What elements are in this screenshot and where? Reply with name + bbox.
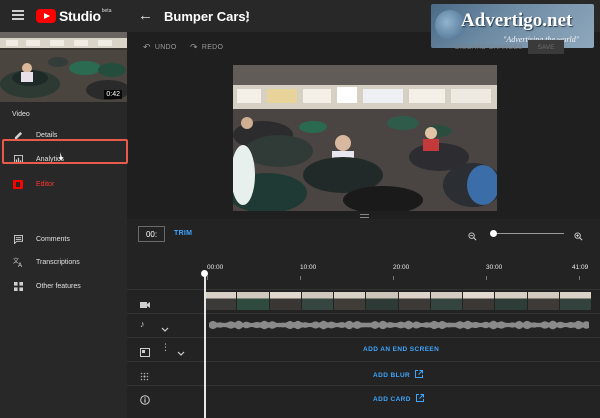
tick-label: 30:00	[486, 264, 503, 271]
sidebar-item-editor[interactable]: Editor	[0, 172, 127, 196]
add-card-label: ADD CARD	[373, 395, 411, 403]
grid-icon	[0, 281, 30, 291]
card-track-row	[127, 385, 600, 409]
sidebar: 0:42 Video Details Analytics Editor Comm…	[0, 32, 127, 418]
add-card-button[interactable]: ADD CARD	[373, 394, 424, 404]
tick-label: 10:00	[300, 264, 317, 271]
add-blur-button[interactable]: ADD BLUR	[373, 370, 424, 380]
video-camera-icon	[140, 296, 150, 314]
discard-changes-button[interactable]: DISCARD CHANGES	[455, 44, 523, 51]
tick-mark	[207, 276, 208, 280]
editor-toolbar: ↶ UNDO ↷ REDO DISCARD CHANGES SAVE	[127, 32, 600, 62]
filmstrip-frame	[559, 292, 591, 310]
menu-icon[interactable]	[12, 10, 24, 20]
save-button[interactable]: SAVE	[528, 40, 564, 54]
translate-icon: 文A	[0, 257, 30, 267]
filmstrip-frame	[334, 292, 366, 310]
external-link-icon	[415, 370, 424, 380]
sidebar-item-transcriptions[interactable]: 文A Transcriptions	[0, 250, 127, 274]
svg-text:A: A	[18, 262, 23, 267]
sidebar-item-comments[interactable]: Comments	[0, 227, 127, 251]
time-ruler[interactable]: 00:00 10:00 20:00 30:00 41:09	[205, 264, 600, 289]
filmstrip-frame	[527, 292, 559, 310]
timeline-panel: 00: TRIM · · · · · 00:00 10:00 20:00 30:…	[127, 219, 600, 418]
current-time-field[interactable]: 00:	[138, 226, 165, 242]
more-options-icon[interactable]: ⋮	[240, 8, 254, 24]
external-link-icon	[415, 394, 424, 404]
sidebar-item-label: Comments	[36, 235, 70, 243]
film-icon	[0, 179, 30, 189]
zoom-out-icon[interactable]	[468, 228, 477, 246]
chevron-down-icon[interactable]	[161, 320, 169, 338]
studio-logo[interactable]: Studio beta	[36, 7, 111, 25]
mouse-pointer-icon	[57, 148, 66, 166]
end-screen-icon	[140, 344, 150, 362]
video-filmstrip[interactable]	[205, 292, 591, 310]
video-duration: 0:42	[104, 90, 122, 99]
filmstrip-frame	[269, 292, 301, 310]
filmstrip-frame	[366, 292, 398, 310]
beta-badge: beta	[101, 8, 112, 14]
blur-icon	[140, 368, 149, 386]
video-frame-image	[233, 65, 497, 211]
more-options-icon[interactable]: ⋮	[161, 342, 170, 353]
tick-label: 41:09	[572, 264, 589, 271]
add-end-screen-button[interactable]: ADD AN END SCREEN	[363, 346, 439, 353]
video-title: Bumper Cars!	[164, 9, 250, 24]
add-blur-label: ADD BLUR	[373, 371, 411, 379]
sidebar-item-label: Transcriptions	[36, 258, 80, 266]
filmstrip-frame	[205, 292, 237, 310]
blur-track-row	[127, 361, 600, 385]
zoom-slider-thumb[interactable]	[490, 230, 498, 237]
brand-name: Studio	[59, 8, 101, 24]
info-icon	[140, 392, 150, 410]
add-end-screen-label: ADD AN END SCREEN	[363, 346, 440, 353]
playhead-line[interactable]	[204, 272, 206, 418]
tick-label: 00:00	[207, 264, 224, 271]
video-preview[interactable]	[233, 65, 497, 211]
tick-mark	[393, 276, 394, 280]
zoom-in-icon[interactable]	[574, 228, 583, 246]
filmstrip-frame	[430, 292, 462, 310]
trim-button[interactable]: TRIM	[174, 230, 192, 237]
sidebar-section-label: Video	[12, 111, 30, 118]
filmstrip-frame	[301, 292, 333, 310]
filmstrip-frame	[495, 292, 527, 310]
chevron-down-icon[interactable]	[177, 344, 185, 362]
sidebar-item-label: Other features	[36, 282, 81, 290]
redo-button[interactable]: ↷ REDO	[190, 42, 223, 53]
undo-button[interactable]: ↶ UNDO	[143, 42, 177, 53]
tick-mark	[579, 276, 580, 280]
filmstrip-frame	[398, 292, 430, 310]
undo-icon: ↶	[143, 42, 151, 52]
music-note-icon: ♪	[140, 319, 145, 329]
zoom-slider-dots: · · · · ·	[499, 231, 558, 237]
back-arrow-icon[interactable]: ←	[138, 8, 153, 24]
sidebar-item-other-features[interactable]: Other features	[0, 274, 127, 298]
playhead-handle[interactable]	[201, 270, 208, 277]
redo-icon: ↷	[190, 42, 198, 52]
comment-icon	[0, 234, 30, 244]
filmstrip-frame	[463, 292, 495, 310]
undo-label: UNDO	[154, 44, 177, 51]
redo-label: REDO	[201, 44, 224, 51]
filmstrip-frame	[237, 292, 269, 310]
ad-name: Advertigo.net	[461, 10, 573, 31]
sidebar-item-label: Editor	[36, 180, 55, 188]
resize-handle[interactable]	[360, 214, 369, 218]
video-thumbnail[interactable]: 0:42	[0, 32, 127, 102]
tick-label: 20:00	[393, 264, 410, 271]
sidebar-item-label: Details	[36, 131, 58, 139]
tick-mark	[300, 276, 301, 280]
audio-waveform[interactable]	[209, 320, 589, 330]
youtube-play-icon	[36, 9, 56, 23]
tick-mark	[486, 276, 487, 280]
